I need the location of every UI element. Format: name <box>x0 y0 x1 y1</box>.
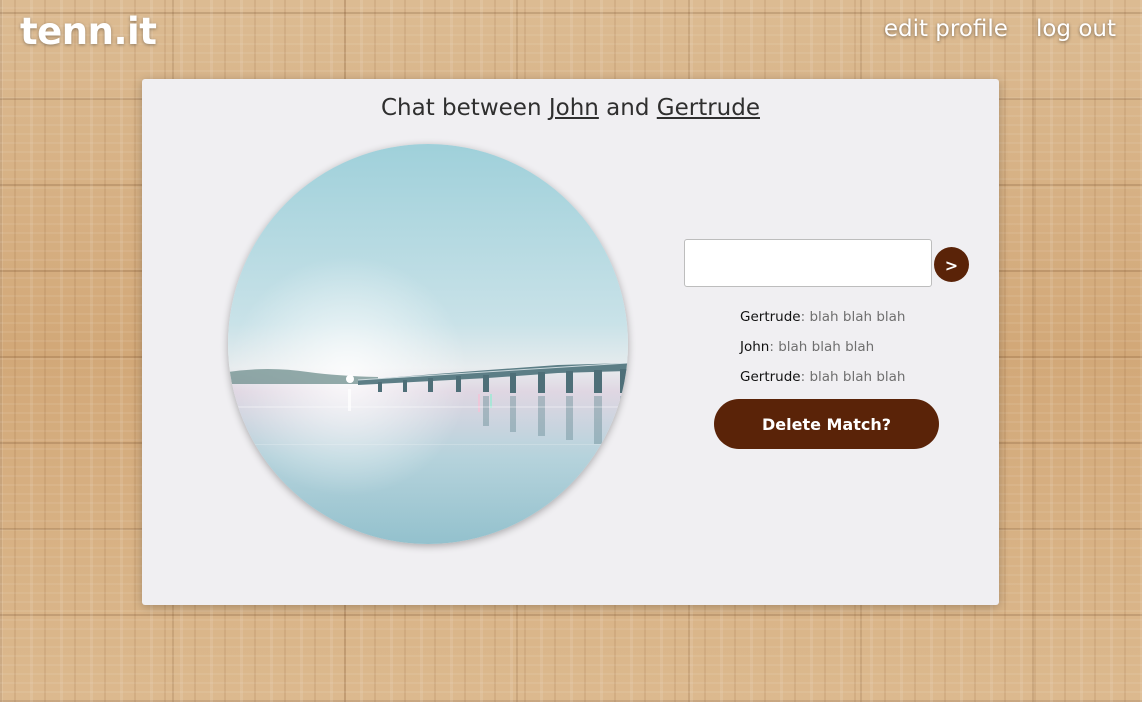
title-and: and <box>606 95 650 121</box>
message-list: Gertrude: blah blah blah John: blah blah… <box>740 308 905 398</box>
edit-profile-link[interactable]: edit profile <box>884 16 1008 42</box>
chat-message: Gertrude: blah blah blah <box>740 308 905 338</box>
user-a-link[interactable]: John <box>549 95 599 121</box>
message-text: blah blah blah <box>773 339 875 355</box>
site-logo[interactable]: tenn.it <box>20 10 157 53</box>
message-sender: Gertrude <box>740 309 801 325</box>
bridge-lake-photo-icon <box>228 144 628 544</box>
log-out-link[interactable]: log out <box>1036 16 1116 42</box>
top-nav: edit profile log out <box>884 16 1116 42</box>
send-button[interactable]: > <box>934 247 969 282</box>
chat-message: John: blah blah blah <box>740 338 905 368</box>
chat-card: Chat between John and Gertrude > Gertrud… <box>142 79 999 605</box>
chat-message-input[interactable] <box>684 239 932 287</box>
chat-message: Gertrude: blah blah blah <box>740 368 905 398</box>
title-prefix: Chat between <box>381 95 542 121</box>
message-sender: John <box>740 339 770 355</box>
message-text: blah blah blah <box>805 309 906 325</box>
chat-title: Chat between John and Gertrude <box>142 95 999 121</box>
message-text: blah blah blah <box>805 369 906 385</box>
user-b-link[interactable]: Gertrude <box>657 95 760 121</box>
message-sender: Gertrude <box>740 369 801 385</box>
profile-photo <box>228 144 628 544</box>
delete-match-button[interactable]: Delete Match? <box>714 399 939 449</box>
